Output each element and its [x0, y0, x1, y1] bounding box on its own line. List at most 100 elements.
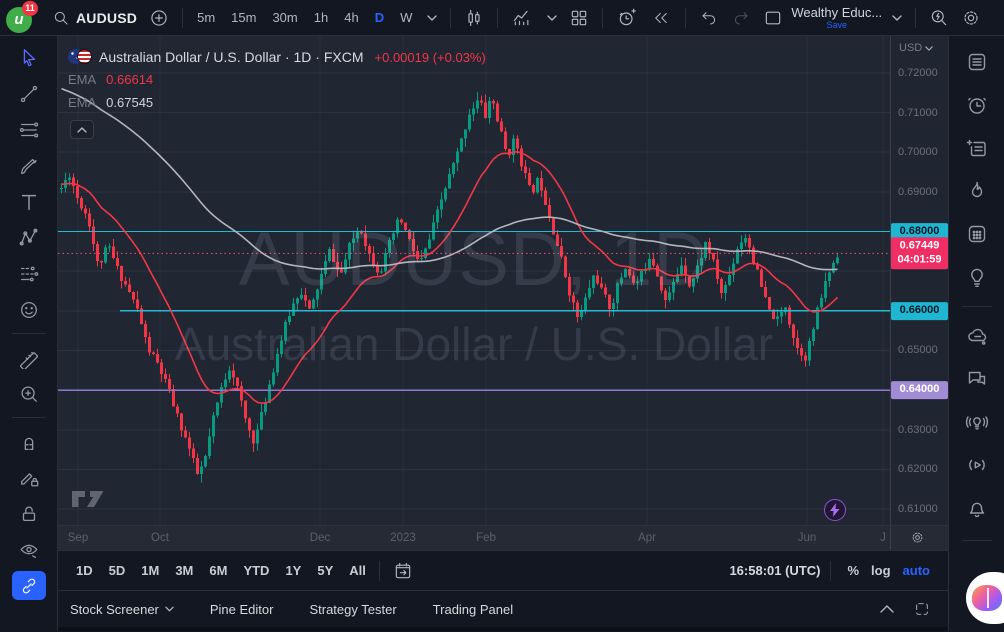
tab-pine-editor[interactable]: Pine Editor	[210, 602, 274, 617]
quick-search-button[interactable]	[923, 4, 955, 32]
magnet-icon	[24, 437, 33, 450]
text-tool-button[interactable]	[12, 187, 46, 216]
range-button-6m[interactable]: 6M	[203, 560, 233, 581]
indicator-templates-button[interactable]	[539, 4, 563, 32]
prediction-tool-button[interactable]	[12, 259, 46, 288]
layout-select-button[interactable]	[757, 4, 789, 32]
undo-button[interactable]	[693, 4, 725, 32]
notification-count-badge: 11	[22, 0, 38, 16]
trend-line-tool-button[interactable]	[12, 79, 46, 108]
layout-name-label: Wealthy Educ...	[791, 4, 883, 20]
log-scale-button[interactable]: log	[865, 563, 897, 578]
toolbar-separator	[497, 7, 499, 28]
zoom-in-tool-button[interactable]	[12, 379, 46, 408]
time-axis[interactable]: Sep Oct Dec 2023 Feb Apr Jun J	[58, 525, 948, 550]
bottom-toolbar: 1D 5D 1M 3M 6M YTD 1Y 5Y All 16:58:01 (UTC) % lo…	[58, 550, 948, 590]
interval-button-15m[interactable]: 15m	[224, 5, 263, 31]
alerts-button[interactable]	[959, 88, 995, 122]
live-ideas-button[interactable]	[959, 405, 995, 439]
pair-flags-icon	[68, 49, 92, 65]
percent-scale-button[interactable]: %	[841, 563, 865, 578]
bottom-panel-tabs: Stock Screener Pine Editor Strategy Tester…	[70, 602, 513, 617]
fib-retracement-tool-button[interactable]	[12, 115, 46, 144]
interval-button-d[interactable]: D	[368, 5, 391, 31]
measure-tool-button[interactable]	[12, 343, 46, 372]
ideas-button[interactable]	[959, 260, 995, 294]
maximize-panel-button[interactable]	[914, 601, 930, 617]
price-scale-currency[interactable]: USD	[899, 42, 933, 54]
price-scale[interactable]: USD 0.72000 0.71000 0.70000 0.69000 0.65000 0…	[890, 36, 948, 525]
sync-drawings-button[interactable]	[11, 571, 46, 600]
legend-symbol-row[interactable]: Australian Dollar / U.S. Dollar · 1D · F…	[68, 46, 486, 68]
interval-dropdown-button[interactable]	[419, 4, 443, 32]
range-button-ytd[interactable]: YTD	[237, 560, 275, 581]
tab-strategy-tester[interactable]: Strategy Tester	[309, 602, 396, 617]
indicators-button[interactable]	[505, 4, 539, 32]
auto-scale-button[interactable]: auto	[897, 563, 936, 578]
time-axis-label: 2023	[390, 532, 416, 544]
range-button-all[interactable]: All	[343, 560, 372, 581]
hide-drawings-button[interactable]	[12, 535, 46, 564]
save-layout-link[interactable]: Save	[827, 20, 848, 30]
interval-button-4h[interactable]: 4h	[337, 5, 365, 31]
symbol-search-button[interactable]: AUDUSD	[46, 4, 143, 32]
bar-replay-button[interactable]	[644, 4, 678, 32]
streams-button[interactable]	[959, 448, 995, 482]
tradingview-watermark-logo[interactable]	[70, 488, 106, 515]
legend-collapse-button[interactable]	[70, 120, 94, 139]
emoji-tool-button[interactable]	[12, 295, 46, 324]
compare-add-symbol-button[interactable]	[143, 4, 175, 32]
lightbulb-icon	[970, 268, 983, 287]
ema-slow-row[interactable]: EMA 0.67545	[68, 91, 486, 114]
drawing-mode-button[interactable]	[12, 463, 46, 492]
instant-trading-button[interactable]	[824, 499, 846, 521]
range-button-1y[interactable]: 1Y	[279, 560, 307, 581]
interval-button-1h[interactable]: 1h	[307, 5, 335, 31]
cursor-tool-button[interactable]	[12, 43, 46, 72]
ema-fast-row[interactable]: EMA 0.66614	[68, 68, 486, 91]
layout-name-button[interactable]: Wealthy Educ... Save	[791, 6, 882, 30]
axis-settings-button[interactable]	[910, 530, 925, 545]
user-menu-button[interactable]: u 11	[6, 0, 38, 33]
expand-panel-button[interactable]	[880, 605, 894, 613]
price-tick: 0.69000	[898, 185, 938, 198]
brush-tool-button[interactable]	[12, 151, 46, 180]
tab-stock-screener[interactable]: Stock Screener	[70, 602, 174, 617]
interval-button-w[interactable]: W	[393, 5, 419, 31]
range-button-1d[interactable]: 1D	[70, 560, 99, 581]
magnet-mode-button[interactable]	[12, 427, 46, 456]
layout-grid-button[interactable]	[563, 4, 595, 32]
link-icon	[22, 578, 35, 593]
watchlist-button[interactable]	[959, 45, 995, 79]
notes-button[interactable]	[959, 131, 995, 165]
minds-button[interactable]	[959, 319, 995, 353]
range-button-5d[interactable]: 5D	[103, 560, 132, 581]
chart-style-button[interactable]	[458, 4, 490, 32]
gear-icon	[912, 532, 923, 543]
calendar-button[interactable]	[959, 217, 995, 251]
hotlists-button[interactable]	[959, 174, 995, 208]
bottom-panel: Stock Screener Pine Editor Strategy Tester…	[58, 590, 948, 631]
indicators-icon	[514, 10, 529, 25]
browser-extension-bubble[interactable]	[966, 572, 1004, 624]
lock-icon	[22, 506, 35, 521]
lock-drawings-button[interactable]	[12, 499, 46, 528]
chart-settings-button[interactable]	[955, 4, 987, 32]
layout-dropdown-button[interactable]	[884, 4, 908, 32]
chat-button[interactable]	[959, 362, 995, 396]
notifications-button[interactable]	[959, 491, 995, 525]
range-button-5y[interactable]: 5Y	[311, 560, 339, 581]
tab-trading-panel[interactable]: Trading Panel	[433, 602, 513, 617]
interval-button-5m[interactable]: 5m	[190, 5, 222, 31]
range-button-1m[interactable]: 1M	[135, 560, 165, 581]
xabcd-pattern-tool-button[interactable]	[12, 223, 46, 252]
axis-corner-divider	[890, 526, 891, 550]
interval-button-30m[interactable]: 30m	[265, 5, 304, 31]
go-to-date-button[interactable]	[387, 557, 419, 585]
range-button-3m[interactable]: 3M	[169, 560, 199, 581]
create-alert-button[interactable]	[610, 4, 644, 32]
session-clock[interactable]: 16:58:01 (UTC)	[729, 563, 820, 578]
redo-button[interactable]	[725, 4, 757, 32]
price-tick: 0.61000	[898, 503, 938, 516]
chart-pane[interactable]: AUDUSD, 1D Australian Dollar / U.S. Doll…	[58, 36, 948, 525]
